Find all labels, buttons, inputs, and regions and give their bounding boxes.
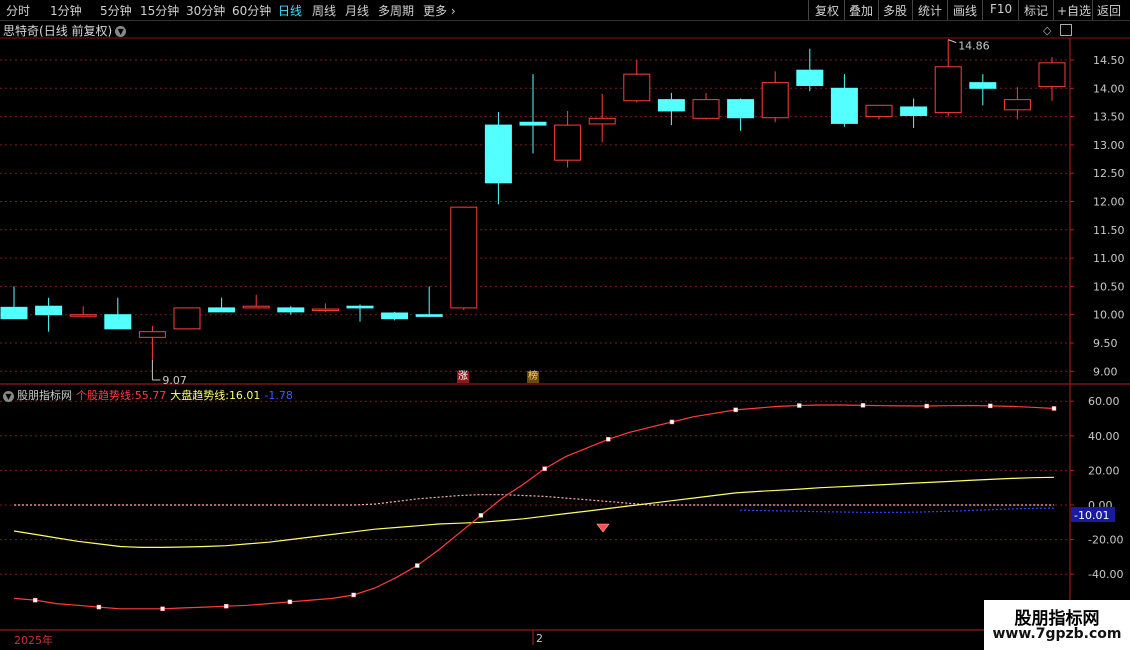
price-tick-label: 11.50 [1093,224,1125,237]
indicator-tick-label: 60.00 [1088,395,1120,408]
candle-down [727,99,755,119]
price-tick-label: 14.00 [1093,82,1125,95]
low-price-label: 9.07 [162,374,187,387]
candle-up [173,307,201,330]
line3-value: -1.78 [264,389,293,402]
high-pointer [948,39,957,44]
candle-up [934,66,962,114]
line2-value: 16.01 [228,389,261,402]
candle-up [138,331,166,338]
price-tick-label: 13.50 [1093,111,1125,124]
current-value-tag: -10.01 [1074,509,1109,522]
diamond-signal-icon [596,523,610,533]
trend-marker [669,419,675,425]
indicator-tick-label: 20.00 [1088,464,1120,477]
candle-down [484,124,512,184]
chevron-down-icon[interactable]: ▼ [3,390,14,402]
trend-marker [415,563,420,568]
indicator-tick-label: 40.00 [1088,430,1120,443]
indicator-title: ▼ 股朋指标网 个股趋势线:55.77 大盘趋势线:16.01 -1.78 [3,387,297,403]
watermark-url: www.7gpzb.com [992,626,1122,642]
bang-mark[interactable]: 榜 [527,371,539,383]
candle-down [657,99,685,112]
trend-marker [1051,406,1057,411]
price-tick-label: 9.50 [1093,337,1118,350]
line1-value: 55.77 [134,389,167,402]
candle-up [311,308,339,312]
trend-marker [287,599,293,605]
price-tick-label: 14.50 [1093,54,1125,67]
price-tick-label: 9.00 [1093,365,1118,378]
high-price-label: 14.86 [958,40,990,53]
watermark: 股朋指标网 www.7gpzb.com [984,600,1130,650]
trend-marker [160,606,165,612]
trend-marker [606,437,611,442]
candle-down [346,305,374,309]
line1-label: 个股趋势线: [76,389,135,402]
indicator-tick-label: -40.00 [1088,568,1123,581]
candle-up [69,314,97,317]
candle-up [588,117,616,125]
trend-marker [32,597,38,603]
candle-down [519,121,547,126]
candle-down [208,307,236,313]
market-trend-line [13,476,1055,549]
blue-dotted-line [739,507,1055,514]
candle-up [692,99,720,119]
price-tick-label: 11.00 [1093,252,1125,265]
price-tick-label: 10.00 [1093,309,1125,322]
trend-marker [924,403,929,409]
zhang-mark[interactable]: 涨 [457,371,469,383]
line2-label: 大盘趋势线: [170,389,229,402]
candle-down [381,312,409,320]
candle-down [0,306,28,320]
candle-up [242,305,270,309]
candle-up [761,82,789,119]
trend-marker [478,513,484,518]
candle-down [415,314,443,317]
candle-down [35,305,63,316]
candle-down [969,82,997,89]
trend-marker [351,592,356,598]
price-tick-label: 13.00 [1093,139,1125,152]
trend-marker [96,604,102,610]
trend-marker [733,407,738,413]
trend-marker [860,403,866,408]
price-tick-label: 10.50 [1093,280,1125,293]
candle-up [1038,62,1066,88]
trend-marker [223,603,229,609]
candle-down [900,106,928,116]
candle-up [450,206,478,309]
candle-down [277,307,305,313]
indicator-tick-label: -20.00 [1088,534,1123,547]
candle-up [554,124,582,161]
candle-down [104,314,132,330]
candle-up [865,104,893,118]
chart-canvas: 14.50 14.00 13.50 13.00 12.50 12.00 11.50 11.00… [0,37,1130,645]
trend-marker [797,403,802,408]
candle-down [830,87,858,124]
trend-marker [988,403,993,409]
time-axis-year: 2025年 [14,634,53,647]
price-tick-label: 12.00 [1093,196,1125,209]
pink-dotted-line [14,494,1054,506]
candle-up [1003,99,1031,111]
candle-up [623,73,651,102]
price-tick-label: 12.50 [1093,167,1125,180]
trend-marker [542,466,547,471]
candle-down [796,69,824,86]
time-axis-month: 2 [536,632,543,645]
indicator-name: 股朋指标网 [17,389,72,402]
